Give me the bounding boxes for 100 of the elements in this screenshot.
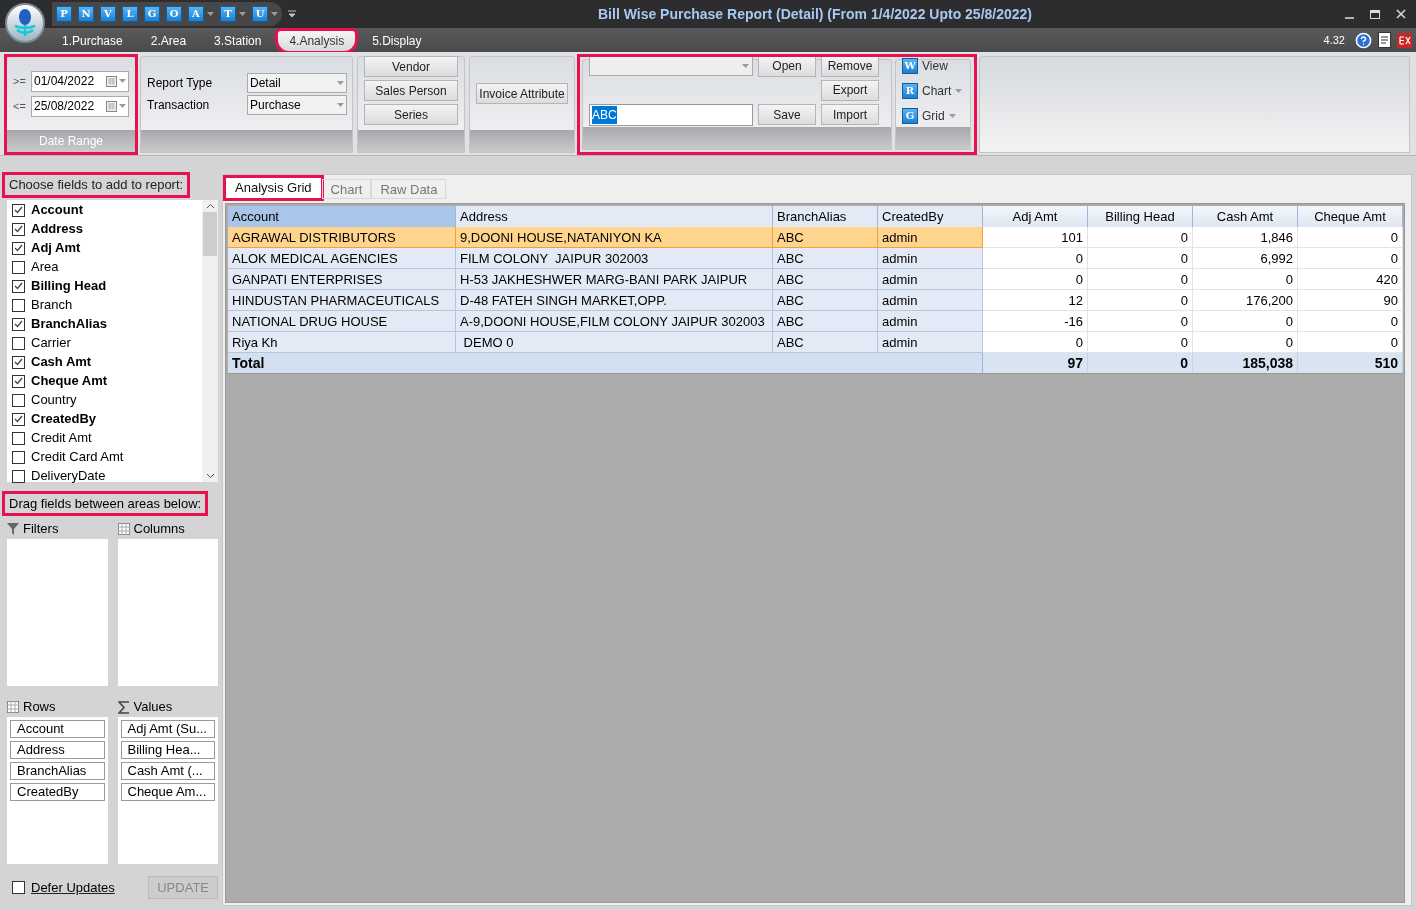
view-tab[interactable]: Analysis Grid bbox=[225, 177, 322, 199]
document-icon[interactable] bbox=[1378, 32, 1391, 48]
table-cell: -16 bbox=[983, 311, 1088, 333]
table-cell: 0 bbox=[1298, 332, 1403, 354]
area-field-chip[interactable]: Cash Amt (... bbox=[120, 762, 215, 780]
sigma-icon bbox=[117, 700, 130, 714]
grid-row[interactable]: AGRAWAL DISTRIBUTORS 9,DOONI HOUSE,NATANIYON KA ABC admin 101 0 1,846 0 bbox=[228, 227, 1403, 249]
ribbon-tab[interactable]: 1.Purchase bbox=[50, 30, 135, 52]
remove-button[interactable]: Remove bbox=[821, 55, 879, 77]
exit-icon[interactable] bbox=[1397, 32, 1412, 48]
checkbox[interactable] bbox=[12, 412, 25, 426]
save-button[interactable]: Save bbox=[758, 104, 816, 125]
field-label[interactable]: Address bbox=[31, 219, 84, 239]
ribbon-tab[interactable]: 2.Area bbox=[138, 30, 199, 52]
customize-icon[interactable] bbox=[288, 10, 296, 18]
field-label[interactable]: Area bbox=[31, 257, 59, 277]
field-label[interactable]: Branch bbox=[31, 295, 73, 315]
export-button[interactable]: Export bbox=[821, 79, 879, 101]
scrollbar-thumb[interactable] bbox=[203, 211, 217, 256]
filter-button[interactable]: Sales Person bbox=[364, 80, 458, 101]
ribbon-tab[interactable]: 3.Station bbox=[202, 30, 274, 52]
open-button[interactable]: Open bbox=[758, 55, 816, 77]
field-label[interactable]: Country bbox=[31, 390, 77, 410]
date-field[interactable]: 25/08/2022 bbox=[31, 95, 129, 117]
scrollbar[interactable] bbox=[202, 199, 218, 482]
ribbon-tab[interactable]: 5.Display bbox=[360, 30, 434, 52]
app-logo[interactable] bbox=[5, 3, 45, 43]
field-label[interactable]: Account bbox=[31, 200, 83, 220]
checkbox[interactable] bbox=[12, 374, 25, 388]
view-tab[interactable]: Chart bbox=[321, 179, 372, 199]
field-label[interactable]: Billing Head bbox=[31, 276, 107, 296]
ribbon-tab[interactable]: 4.Analysis bbox=[277, 30, 357, 52]
grid-row[interactable]: NATIONAL DRUG HOUSE A-9,DOONI HOUSE,FILM COLONY JAIPUR 302003 ABC admin -16 0 0 0 bbox=[228, 311, 1403, 333]
field-label[interactable]: Credit Card Amt bbox=[31, 447, 124, 467]
area-field-chip[interactable]: Address bbox=[10, 741, 105, 759]
view-menu-button[interactable]: G Grid bbox=[902, 106, 963, 125]
transaction-dropdown[interactable]: Purchase bbox=[247, 94, 347, 115]
checkbox[interactable] bbox=[12, 279, 25, 293]
total-cell: 0 bbox=[1088, 353, 1193, 374]
maximize-icon[interactable] bbox=[1370, 9, 1380, 19]
area-field-chip[interactable]: BranchAlias bbox=[10, 762, 105, 780]
filter-button[interactable]: Series bbox=[364, 104, 458, 125]
area-field-chip[interactable]: Account bbox=[10, 720, 105, 738]
column-header[interactable]: Cheque Amt bbox=[1298, 206, 1403, 228]
layout-dropdown[interactable] bbox=[589, 56, 753, 76]
close-icon[interactable] bbox=[1396, 9, 1406, 19]
checkbox[interactable] bbox=[12, 355, 25, 369]
column-header[interactable]: BranchAlias bbox=[773, 206, 878, 228]
field-label[interactable]: DeliveryDate bbox=[31, 466, 106, 486]
field-label[interactable]: Cash Amt bbox=[31, 352, 92, 372]
column-header[interactable]: Address bbox=[456, 206, 773, 228]
grid-row[interactable]: Riya Kh DEMO 0 ABC admin 0 0 0 0 bbox=[228, 332, 1403, 354]
column-header[interactable]: Account bbox=[228, 206, 456, 228]
view-menu-button[interactable]: W View bbox=[902, 56, 963, 75]
checkbox[interactable] bbox=[12, 393, 25, 407]
checkbox[interactable] bbox=[12, 260, 25, 274]
checkbox[interactable] bbox=[12, 241, 25, 255]
invoice-attribute-button[interactable]: Invoice Attribute bbox=[476, 83, 568, 104]
defer-updates-label[interactable]: Defer Updates bbox=[31, 877, 115, 898]
column-header[interactable]: Adj Amt bbox=[983, 206, 1088, 228]
area-field-chip[interactable]: Billing Hea... bbox=[120, 741, 215, 759]
filter-button[interactable]: Vendor bbox=[364, 56, 458, 77]
checkbox[interactable] bbox=[12, 222, 25, 236]
checkbox[interactable] bbox=[12, 336, 25, 350]
view-menu-button[interactable]: R Chart bbox=[902, 81, 963, 100]
field-label[interactable]: Carrier bbox=[31, 333, 71, 353]
grid-row[interactable]: HINDUSTAN PHARMACEUTICALS D-48 FATEH SINGH MARKET,OPP. ABC admin 12 0 176,200 90 bbox=[228, 290, 1403, 312]
area-field-chip[interactable]: CreatedBy bbox=[10, 783, 105, 801]
drop-area[interactable]: Adj Amt (Su... Billing Hea... Cash Amt (... Cheque Am... bbox=[117, 717, 218, 864]
report-type-dropdown[interactable]: Detail bbox=[247, 72, 347, 93]
help-icon[interactable] bbox=[1355, 31, 1372, 49]
area-field-chip[interactable]: Adj Amt (Su... bbox=[120, 720, 215, 738]
checkbox[interactable] bbox=[12, 450, 25, 464]
field-label[interactable]: Cheque Amt bbox=[31, 371, 108, 391]
checkbox[interactable] bbox=[12, 431, 25, 445]
layout-name-field[interactable]: ABC bbox=[589, 103, 753, 126]
field-label[interactable]: CreatedBy bbox=[31, 409, 97, 429]
table-cell: GANPATI ENTERPRISES bbox=[228, 269, 456, 291]
calendar-icon[interactable] bbox=[106, 100, 117, 112]
area-field-chip[interactable]: Cheque Am... bbox=[120, 783, 215, 801]
field-label[interactable]: Credit Amt bbox=[31, 428, 92, 448]
column-header[interactable]: Cash Amt bbox=[1193, 206, 1298, 228]
grid-row[interactable]: ALOK MEDICAL AGENCIES FILM COLONY JAIPUR 302003 ABC admin 0 0 6,992 0 bbox=[228, 248, 1403, 270]
calendar-icon[interactable] bbox=[106, 75, 117, 87]
field-label[interactable]: Adj Amt bbox=[31, 238, 81, 258]
import-button[interactable]: Import bbox=[821, 104, 879, 125]
grid-row[interactable]: GANPATI ENTERPRISES H-53 JAKHESHWER MARG-BANI PARK JAIPUR ABC admin 0 0 0 420 bbox=[228, 269, 1403, 291]
date-field[interactable]: 01/04/2022 bbox=[31, 70, 129, 92]
view-tab[interactable]: Raw Data bbox=[371, 179, 447, 199]
table-cell: 101 bbox=[983, 227, 1088, 249]
checkbox[interactable] bbox=[12, 203, 25, 217]
checkbox[interactable] bbox=[12, 469, 25, 483]
column-header[interactable]: CreatedBy bbox=[878, 206, 983, 228]
drop-area[interactable]: Account Address BranchAlias CreatedBy bbox=[7, 717, 108, 864]
checkbox[interactable] bbox=[12, 298, 25, 312]
areas-title: Drag fields between areas below: bbox=[4, 492, 207, 514]
checkbox[interactable] bbox=[12, 317, 25, 331]
checkbox[interactable] bbox=[12, 881, 25, 894]
column-header[interactable]: Billing Head bbox=[1088, 206, 1193, 228]
field-label[interactable]: BranchAlias bbox=[31, 314, 107, 334]
